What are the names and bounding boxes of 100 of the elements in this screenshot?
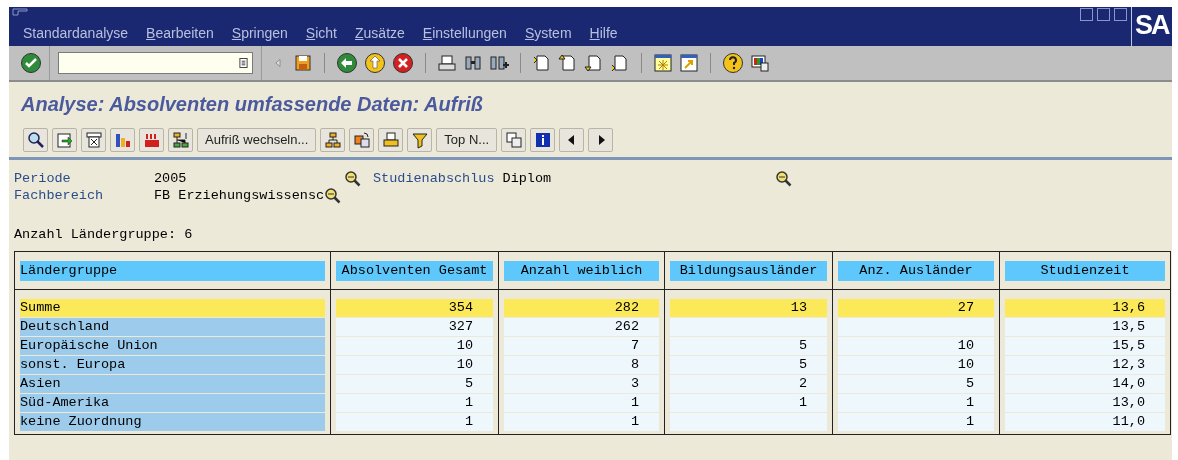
table-cell: 10 (838, 356, 994, 374)
menu-item[interactable]: Standardanalyse (23, 23, 129, 44)
logo: SA (1134, 9, 1171, 42)
value-help-icon[interactable] (344, 170, 361, 187)
table-cell: 10 (336, 337, 493, 355)
restore-button[interactable] (1097, 8, 1110, 21)
previous-icon[interactable] (559, 127, 585, 152)
close-button[interactable] (1114, 8, 1127, 21)
export-icon[interactable] (52, 127, 77, 152)
field-label: Fachbereich (14, 187, 105, 204)
last-page-icon[interactable] (610, 53, 630, 73)
value-help-icon[interactable] (324, 187, 342, 204)
row-label-cell: Deutschland (20, 318, 325, 336)
table-cell: 8 (504, 356, 659, 374)
field-value: 2005 (154, 170, 188, 187)
print-icon[interactable] (437, 53, 457, 73)
bar-chart-icon[interactable] (110, 127, 135, 152)
column-header[interactable]: Anz. Ausländer (838, 261, 994, 281)
help-icon[interactable] (722, 52, 744, 74)
table-cell: 2 (670, 375, 827, 393)
menu-item[interactable]: Hilfe (589, 23, 618, 44)
table-cell: 3 (504, 375, 659, 393)
column-header[interactable]: Anzahl weiblich (504, 261, 659, 281)
next-page-icon[interactable] (584, 53, 604, 73)
copy-icon[interactable] (501, 127, 527, 152)
toolbar-button[interactable]: Top N... (436, 127, 498, 152)
hierarchy-icon[interactable] (168, 127, 193, 152)
table-cell: 5 (670, 337, 827, 355)
find-next-icon[interactable] (489, 53, 509, 73)
table-cell: 11,0 (1005, 413, 1165, 431)
total-label-cell: Summe (20, 299, 325, 317)
table-cell: 5 (670, 356, 827, 374)
table-cell: 1 (670, 394, 827, 412)
layout-icon[interactable] (750, 53, 770, 73)
field-value: FB Erziehungswissensc (154, 187, 325, 204)
table-cell: 13,0 (1005, 394, 1165, 412)
swap-icon[interactable] (349, 127, 375, 152)
total-cell: 13,6 (1005, 299, 1165, 317)
history-icon (239, 57, 248, 69)
field-value: Diplom (502, 170, 553, 187)
funnel-icon[interactable] (407, 127, 433, 152)
total-cell: 27 (838, 299, 994, 317)
table-cell: 12,3 (1005, 356, 1165, 374)
table-cell: 1 (504, 394, 659, 412)
table-cell: 5 (336, 375, 493, 393)
first-page-icon[interactable] (532, 53, 552, 73)
table-cell: 1 (336, 413, 493, 431)
print-icon[interactable] (378, 127, 404, 152)
column-header[interactable]: Bildungsausländer (670, 261, 827, 281)
cancel-icon[interactable] (392, 52, 414, 74)
row-label-cell: Europäische Union (20, 337, 325, 355)
table-cell: 327 (336, 318, 493, 336)
menu-item[interactable]: Sicht (305, 23, 337, 44)
menu-item[interactable]: Zusätze (355, 23, 405, 44)
field-label: Studienabschlus (373, 170, 495, 187)
find-icon[interactable] (463, 53, 483, 73)
table-cell: 13,5 (1005, 318, 1165, 336)
back-icon[interactable] (336, 52, 358, 74)
total-cell: 282 (504, 299, 659, 317)
up-icon[interactable] (364, 52, 386, 74)
table-cell: 7 (504, 337, 659, 355)
table-cell: 262 (504, 318, 659, 336)
command-field[interactable] (58, 52, 253, 74)
menu-item[interactable]: Springen (231, 23, 288, 44)
table-cell: 15,5 (1005, 337, 1165, 355)
details-icon[interactable] (23, 127, 48, 152)
save-icon[interactable] (293, 53, 313, 73)
confirm-icon[interactable] (20, 52, 42, 74)
column-header[interactable]: Studienzeit (1005, 261, 1165, 281)
new-window-icon[interactable] (653, 53, 673, 73)
value-help-icon[interactable] (774, 170, 792, 187)
shortcut-icon[interactable] (679, 53, 699, 73)
table-cell: 1 (838, 394, 994, 412)
column-header[interactable]: Absolventen Gesamt (336, 261, 493, 281)
toolbar-button[interactable]: Aufriß wechseln... (197, 127, 317, 152)
minimize-button[interactable] (1080, 8, 1093, 21)
next-icon[interactable] (588, 127, 614, 152)
table-cell: 5 (838, 375, 994, 393)
count-text: Anzahl Ländergruppe: 6 (14, 226, 194, 243)
row-label-cell: Süd-Amerika (20, 394, 325, 412)
table-cell: 14,0 (1005, 375, 1165, 393)
field-label: Periode (14, 170, 72, 187)
previous-page-icon[interactable] (558, 53, 578, 73)
table-cell: 1 (504, 413, 659, 431)
menu-item[interactable]: Bearbeiten (146, 23, 214, 44)
filter-table-icon[interactable] (81, 127, 106, 152)
menu-item[interactable]: System (524, 23, 572, 44)
table-cell: 10 (336, 356, 493, 374)
menu-item[interactable]: Einstellungen (422, 23, 507, 44)
info-icon[interactable] (530, 127, 556, 152)
table-cell: 10 (838, 337, 994, 355)
row-label-cell: sonst. Europa (20, 356, 325, 374)
column-header[interactable]: Ländergruppe (20, 261, 325, 281)
total-cell: 354 (336, 299, 493, 317)
row-label-cell: Asien (20, 375, 325, 393)
row-label-cell: keine Zuordnung (20, 413, 325, 431)
tree-icon[interactable] (320, 127, 346, 152)
table-cell: 1 (838, 413, 994, 431)
total-cell: 13 (670, 299, 827, 317)
table-cell: 1 (336, 394, 493, 412)
